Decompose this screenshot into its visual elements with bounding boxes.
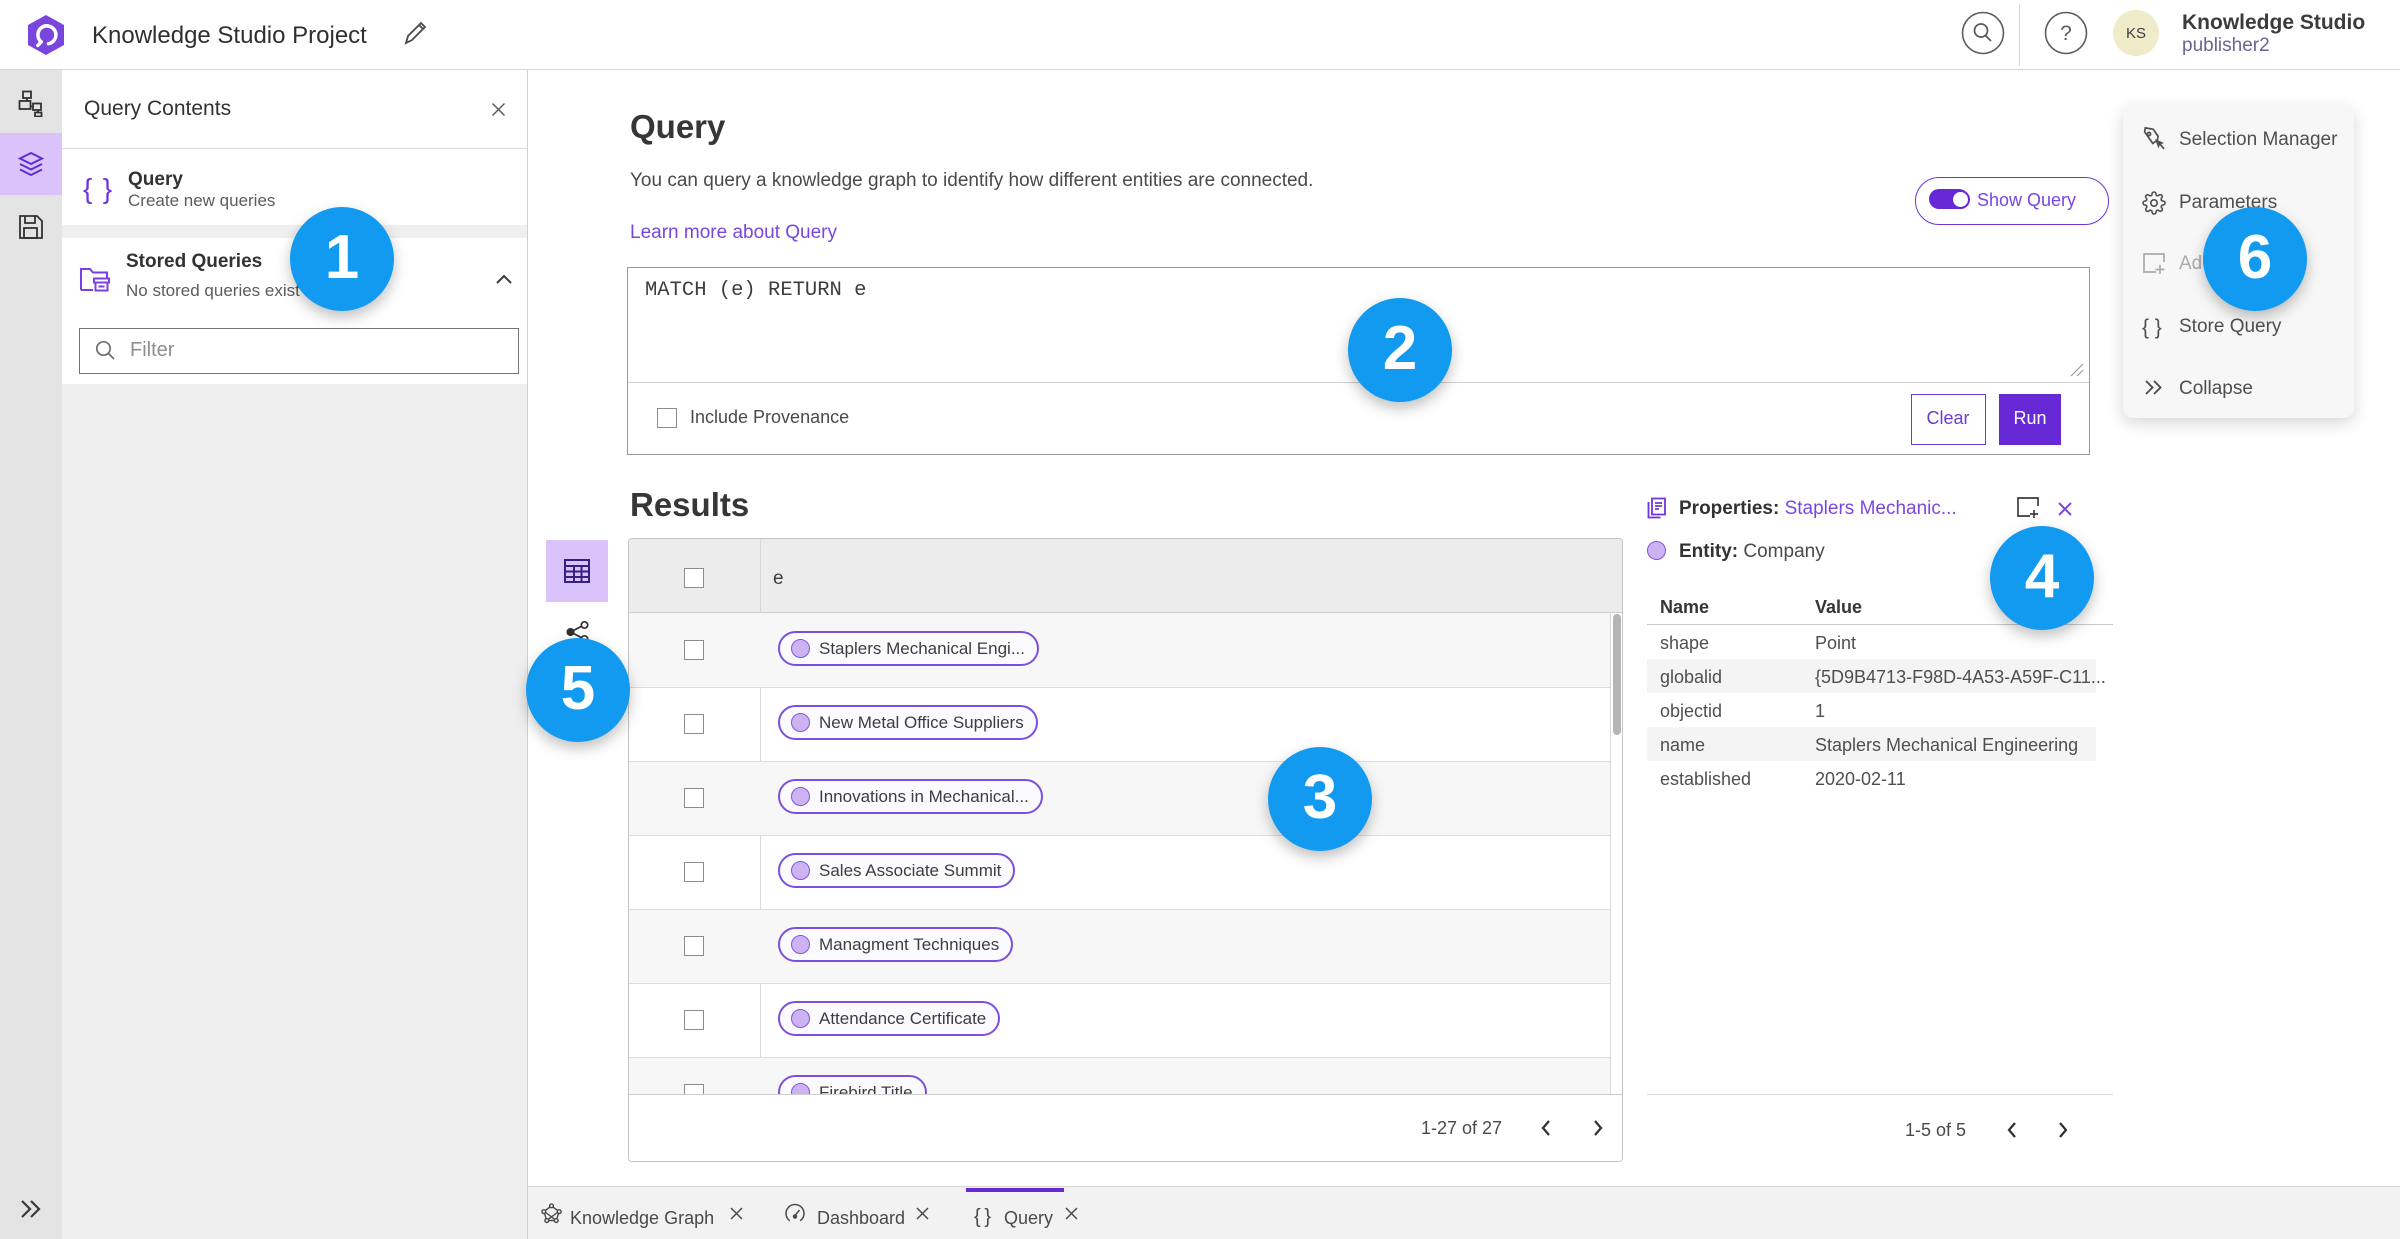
svg-text:?: ? xyxy=(2060,22,2072,45)
